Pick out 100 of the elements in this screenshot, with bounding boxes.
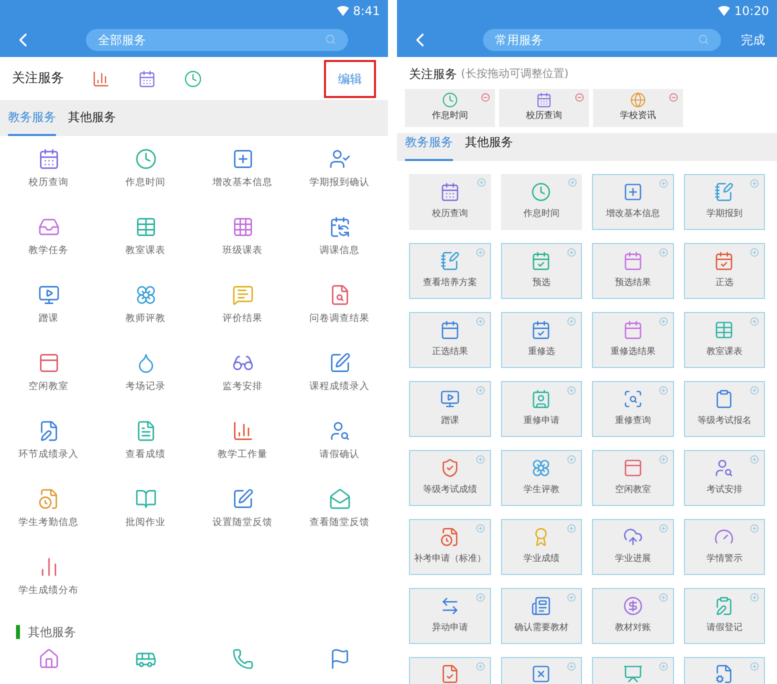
- service-item[interactable]: 批阅作业: [97, 488, 194, 556]
- service-tile[interactable]: 增改基本信息: [592, 174, 674, 230]
- add-icon[interactable]: [476, 593, 484, 602]
- add-icon[interactable]: [476, 455, 484, 464]
- add-icon[interactable]: [567, 248, 576, 257]
- add-icon[interactable]: [750, 524, 759, 533]
- service-tile[interactable]: 等级考试报名: [684, 381, 765, 437]
- add-icon[interactable]: [658, 248, 668, 257]
- service-tile[interactable]: 学期报到: [684, 174, 765, 230]
- service-tile[interactable]: 学业成绩: [500, 519, 582, 575]
- service-item[interactable]: 考场记录: [97, 352, 194, 420]
- service-item[interactable]: 课程成绩录入: [291, 352, 388, 420]
- service-tile[interactable]: 学业进展: [592, 519, 674, 575]
- service-item[interactable]: 空闲教室: [0, 352, 97, 420]
- add-icon[interactable]: [750, 593, 759, 602]
- add-icon[interactable]: [750, 179, 759, 188]
- add-icon[interactable]: [567, 524, 576, 533]
- service-item[interactable]: 增改基本信息: [194, 148, 291, 216]
- add-icon[interactable]: [750, 455, 759, 464]
- add-icon[interactable]: [658, 317, 668, 326]
- service-item[interactable]: 监考安排: [194, 352, 291, 420]
- service-tile[interactable]: 重修选: [500, 312, 582, 368]
- service-tile[interactable]: 补考申请（标准）: [409, 519, 490, 575]
- service-item[interactable]: 蹭课: [0, 284, 97, 352]
- remove-icon[interactable]: [481, 93, 490, 102]
- service-tile[interactable]: 正选结果: [409, 312, 490, 368]
- service-tile[interactable]: 学生评教: [500, 450, 582, 506]
- service-tile[interactable]: 重修查询: [592, 381, 674, 437]
- service-tile[interactable]: 预选结果: [592, 243, 674, 299]
- tab[interactable]: 其他服务: [465, 133, 513, 161]
- favorite-tile[interactable]: 作息时间: [405, 89, 495, 127]
- service-tile[interactable]: 作息时间: [500, 174, 582, 230]
- service-tile[interactable]: 异动申请: [409, 588, 490, 644]
- service-item[interactable]: 调课信息: [291, 216, 388, 284]
- add-icon[interactable]: [750, 248, 759, 257]
- add-icon[interactable]: [567, 662, 576, 671]
- add-icon[interactable]: [567, 455, 576, 464]
- add-icon[interactable]: [658, 386, 668, 395]
- service-item[interactable]: 班级课表: [194, 216, 291, 284]
- add-icon[interactable]: [568, 178, 577, 187]
- add-icon[interactable]: [658, 524, 668, 533]
- add-icon[interactable]: [476, 248, 484, 257]
- arrows-icon: [440, 596, 460, 616]
- service-tile[interactable]: 重修申请: [500, 381, 582, 437]
- service-tile[interactable]: 确认需要教材: [500, 588, 582, 644]
- add-icon[interactable]: [658, 179, 668, 188]
- service-item[interactable]: 学期报到确认: [291, 148, 388, 216]
- add-icon[interactable]: [476, 317, 484, 326]
- add-icon[interactable]: [476, 386, 484, 395]
- add-icon[interactable]: [658, 593, 668, 602]
- remove-icon[interactable]: [575, 93, 584, 102]
- service-item[interactable]: 查看成绩: [97, 420, 194, 488]
- add-icon[interactable]: [567, 317, 576, 326]
- service-item[interactable]: 设置随堂反馈: [194, 488, 291, 556]
- add-icon[interactable]: [750, 662, 759, 671]
- service-item[interactable]: 教学工作量: [194, 420, 291, 488]
- edit-button[interactable]: 编辑: [324, 60, 376, 98]
- service-tile[interactable]: 校历查询: [409, 174, 490, 230]
- add-icon[interactable]: [750, 386, 759, 395]
- service-tile[interactable]: 考试安排: [684, 450, 765, 506]
- service-tile[interactable]: 蹭课: [409, 381, 490, 437]
- service-tile[interactable]: 请假登记: [684, 588, 765, 644]
- service-item[interactable]: 请假确认: [291, 420, 388, 488]
- section-title: 关注服务: [12, 70, 64, 88]
- favorite-tile[interactable]: 学校资讯: [593, 89, 683, 127]
- add-icon[interactable]: [567, 386, 576, 395]
- service-tile[interactable]: 等级考试成绩: [409, 450, 490, 506]
- favorite-tile[interactable]: 校历查询: [499, 89, 589, 127]
- add-icon[interactable]: [750, 317, 759, 326]
- done-button[interactable]: 完成: [733, 30, 765, 48]
- add-icon[interactable]: [567, 593, 576, 602]
- service-item[interactable]: 校历查询: [0, 148, 97, 216]
- service-item[interactable]: 教室课表: [97, 216, 194, 284]
- tab[interactable]: 其他服务: [68, 108, 116, 136]
- service-tile[interactable]: 正选: [684, 243, 765, 299]
- service-tile[interactable]: 预选: [500, 243, 582, 299]
- service-tile[interactable]: 教室课表: [684, 312, 765, 368]
- cloud-icon: [622, 527, 643, 548]
- add-icon[interactable]: [658, 455, 668, 464]
- add-icon[interactable]: [476, 662, 484, 671]
- chat-icon: [232, 284, 254, 306]
- service-item[interactable]: 教学任务: [0, 216, 97, 284]
- service-item[interactable]: 评价结果: [194, 284, 291, 352]
- add-icon[interactable]: [658, 662, 668, 671]
- service-item[interactable]: 查看随堂反馈: [291, 488, 388, 556]
- service-tile[interactable]: 查看培养方案: [409, 243, 490, 299]
- service-item[interactable]: 作息时间: [97, 148, 194, 216]
- service-item[interactable]: 环节成绩录入: [0, 420, 97, 488]
- remove-icon[interactable]: [669, 93, 678, 102]
- add-icon[interactable]: [476, 178, 486, 187]
- service-tile[interactable]: 空闲教室: [592, 450, 674, 506]
- service-item[interactable]: 学生考勤信息: [0, 488, 97, 556]
- service-tile[interactable]: 教材对账: [592, 588, 674, 644]
- service-item[interactable]: 学生成绩分布: [0, 556, 97, 624]
- file-clock-icon: [38, 488, 60, 510]
- service-tile[interactable]: 学情警示: [684, 519, 765, 575]
- service-tile[interactable]: 重修选结果: [592, 312, 674, 368]
- add-icon[interactable]: [476, 524, 484, 533]
- service-item[interactable]: 问卷调查结果: [291, 284, 388, 352]
- service-item[interactable]: 教师评教: [97, 284, 194, 352]
